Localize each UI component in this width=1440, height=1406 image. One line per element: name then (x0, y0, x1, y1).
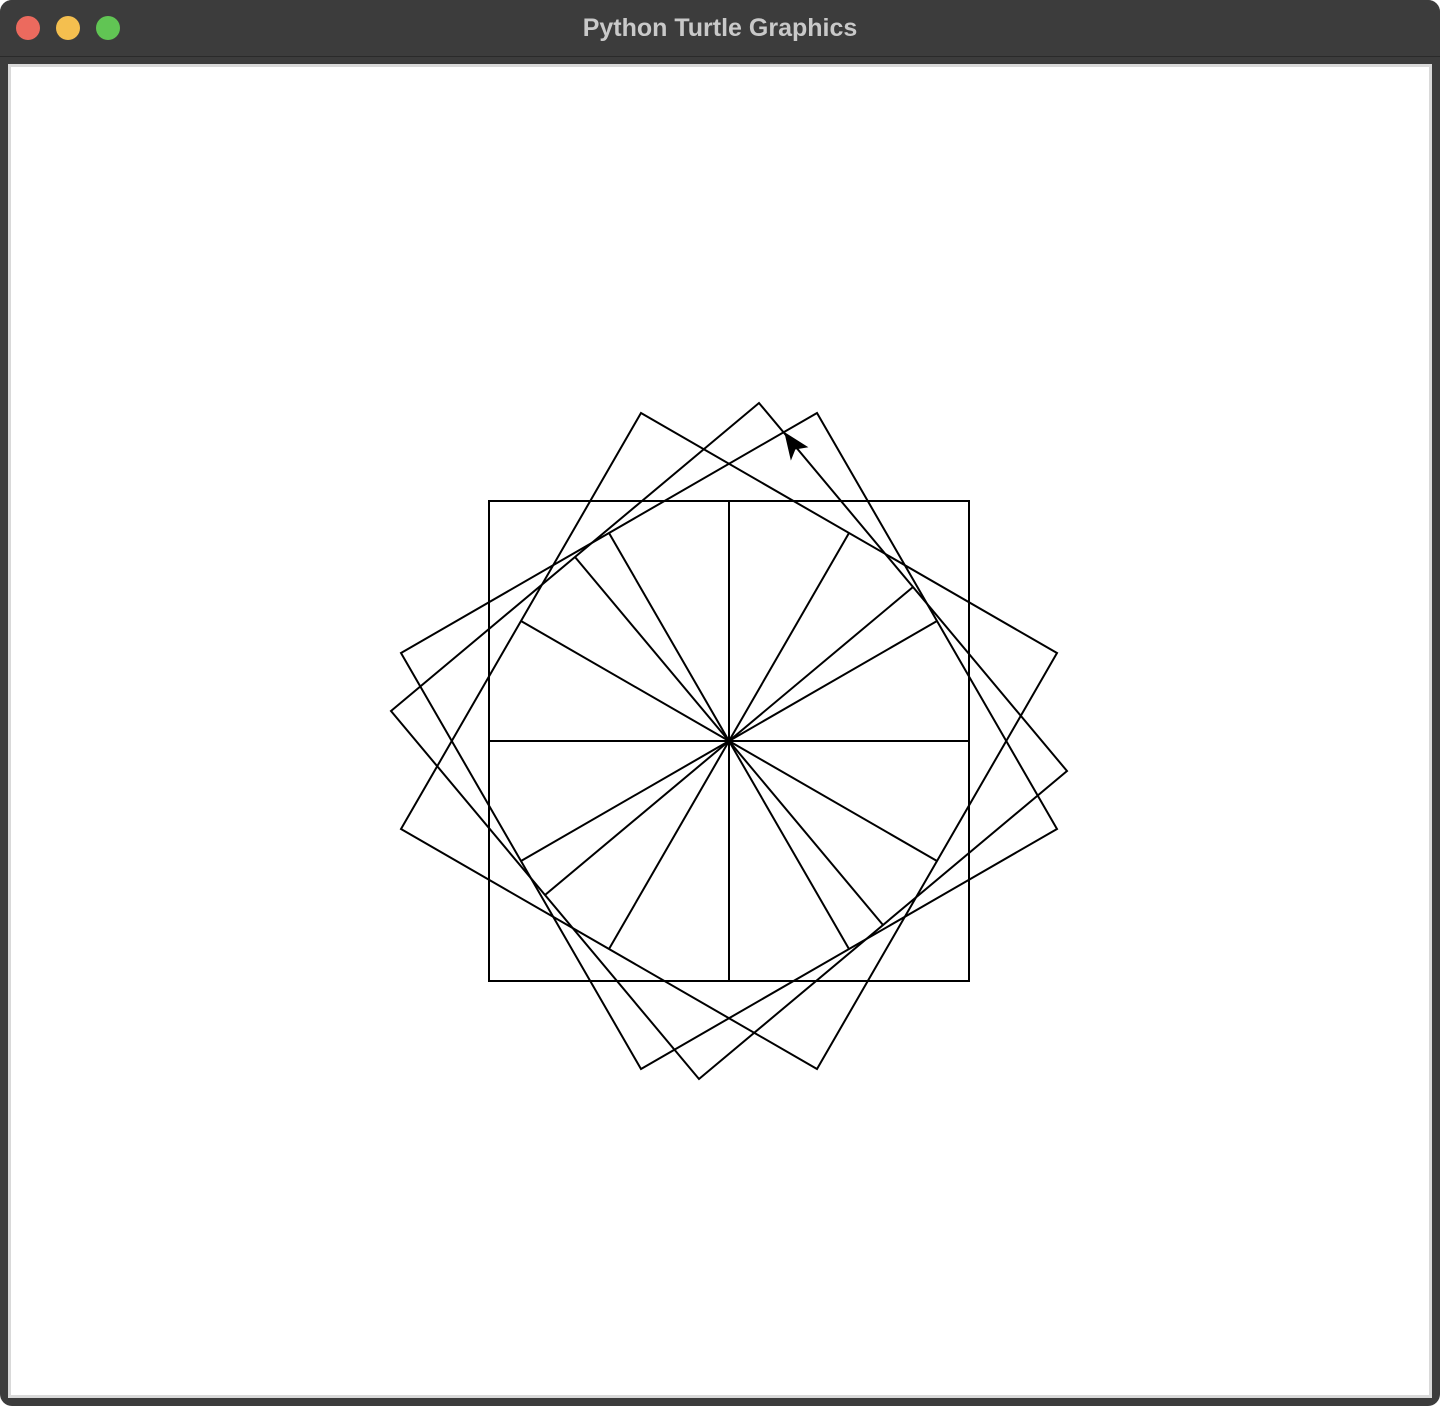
title-bar[interactable]: Python Turtle Graphics (0, 0, 1440, 57)
drawing-surface (389, 401, 1069, 1081)
turtle-canvas[interactable] (11, 67, 1429, 1395)
window-title: Python Turtle Graphics (582, 14, 858, 42)
turtle-window: Python Turtle Graphics (0, 0, 1440, 1406)
canvas-frame (8, 64, 1432, 1398)
turtle-drawing (389, 401, 1069, 1081)
spokes (489, 501, 969, 981)
